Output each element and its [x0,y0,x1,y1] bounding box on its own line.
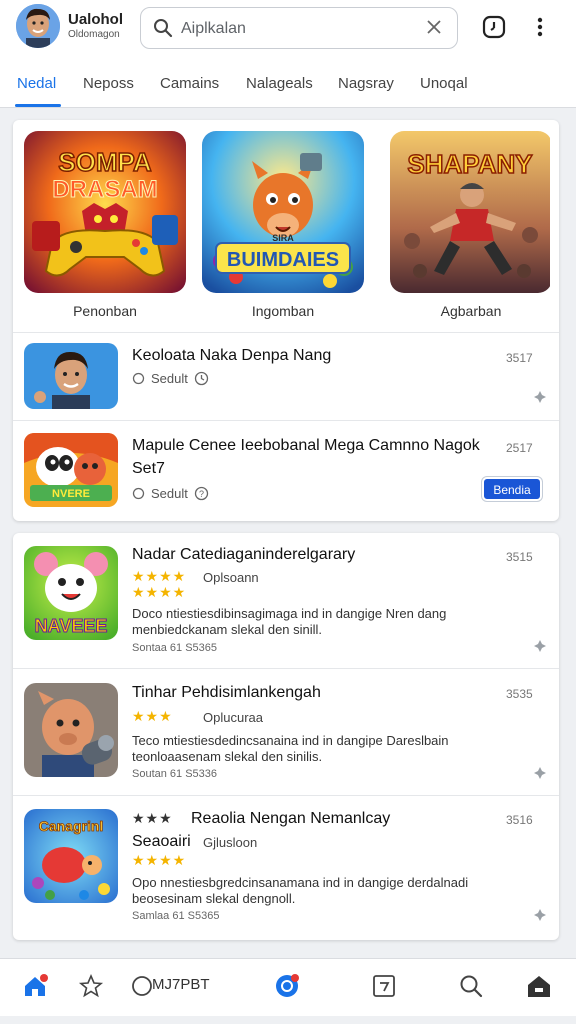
app-count: 3535 [506,687,533,701]
tile-word: Canagrinl [39,818,104,834]
avatar[interactable] [16,4,60,48]
app-description: Opo nnestiesbgredcinsanamana ind in dang… [132,875,469,890]
rating-stars: ★★★★ [132,852,187,868]
divider [13,420,559,421]
app-title[interactable]: Keoloata Naka Denpa Nang [132,347,331,365]
rating-stars: ★★★★ [132,584,187,600]
svg-text:NVERE: NVERE [52,488,90,500]
tab-camains[interactable]: Camains [160,75,219,92]
app-title[interactable]: Nadar Catediaganinderelgarary [132,546,355,564]
store-icon[interactable] [526,973,552,999]
app-list-card: NAVEEE Nadar Catediaganinderelgarary ★★★… [13,533,559,940]
search-icon [154,19,173,38]
app-count: 3515 [506,550,533,564]
app-title[interactable]: Tinhar Pehdisimlankengah [132,684,321,702]
divider [13,332,559,333]
calendar-icon[interactable] [371,973,397,999]
app-meta: Sedult [132,371,209,386]
app-icon[interactable]: NAVEEE [24,546,118,640]
app-description-line2: beosesinam slekal dengnoll. [132,891,296,906]
star-icon[interactable] [78,973,104,999]
divider [13,668,559,669]
app-description: Teco mtiestiesdedincsanaina ind in dangi… [132,733,449,748]
tab-nedal[interactable]: Nedal [17,75,56,92]
featured-label: Agbarban [440,303,502,319]
app-title-line2: Set7 [132,460,165,477]
app-header: Ualohol Oldomagon Aiplkalan [0,0,576,58]
search-icon[interactable] [458,973,484,999]
tab-nagsray[interactable]: Nagsray [338,75,394,92]
more-vert-icon[interactable] [534,16,546,38]
active-tab-indicator [15,104,61,107]
pin-icon[interactable] [533,766,547,780]
app-icon[interactable]: Canagrinl [24,809,118,903]
featured-card: SOMPA DRASAM BUIMDAIES SIRA SHAPANY Peno… [13,120,559,521]
app-count: 3517 [506,351,533,365]
app-category: Oplsoann [203,570,259,585]
app-title-line2: Seaoairi [132,833,191,850]
home-icon[interactable] [22,973,48,999]
app-stats: Soutan 61 S5336 [132,768,218,780]
pin-icon[interactable] [533,639,547,653]
chat-icon [132,487,145,500]
pin-icon[interactable] [533,908,547,922]
tab-nalageals[interactable]: Nalageals [246,75,313,92]
divider [13,795,559,796]
help-icon: ? [194,486,209,501]
tile-title-1: SIRA [272,233,294,243]
app-category: Gjlusloon [203,835,258,850]
install-button[interactable]: Bendia [484,479,540,499]
clock-icon [194,371,209,386]
app-description-line2: teonloaasenam slekal den sinilis. [132,749,323,764]
app-title[interactable]: Mapule Cenee Ieebobanal Mega Camnno Nago… [132,437,480,455]
app-description-line2: menbiedckanam slekal den sinill. [132,622,323,637]
featured-label: Ingomban [251,303,315,319]
featured-game-tile[interactable]: BUIMDAIES SIRA [202,131,364,293]
tab-neposs[interactable]: Neposs [83,75,134,92]
meta-text: Sedult [151,486,188,501]
app-meta: Sedult ? [132,486,209,501]
nav-label[interactable]: MJ7PBT [152,976,210,993]
tab-unoqal[interactable]: Unoqal [420,75,468,92]
user-subtitle: Oldomagon [68,29,120,40]
tile-title-1: SOMPA [58,147,152,177]
app-category: Oplucuraa [203,710,263,725]
user-name: Ualohol [68,11,123,28]
timer-icon[interactable] [482,15,506,39]
app-title[interactable]: Reaolia Nengan Nemanlcay [191,810,390,828]
rating-stars: ★★★ [132,810,173,826]
svg-text:?: ? [199,489,204,499]
tile-title-2: BUIMDAIES [227,249,339,271]
app-icon[interactable] [24,343,118,409]
rating-stars: ★★★ [132,708,173,724]
notification-icon[interactable] [274,973,300,999]
tile-title-1: SHAPANY [407,149,532,179]
bottom-navigation: MJ7PBT [0,958,576,1016]
app-count: 2517 [506,441,533,455]
search-bar[interactable]: Aiplkalan [140,7,458,49]
app-stats: Sontaa 61 S5365 [132,642,218,654]
category-tabs: Nedal Neposs Camains Nalageals Nagsray U… [0,58,576,108]
tile-word: NAVEEE [35,616,108,636]
meta-text: Sedult [151,371,188,386]
app-icon[interactable]: NVERE [24,433,118,507]
app-description: Doco ntiestiesdibinsagimaga ind in dangi… [132,606,447,621]
rating-stars: ★★★★ [132,568,187,584]
app-icon[interactable] [24,683,118,777]
tile-title-2: DRASAM [52,176,157,203]
featured-game-tile[interactable]: SHAPANY [390,131,552,293]
search-input[interactable]: Aiplkalan [181,20,246,38]
featured-label: Penonban [73,303,137,319]
chat-icon [132,372,145,385]
app-stats: Samlaa 61 S5365 [132,910,220,922]
pin-icon[interactable] [533,390,547,404]
close-icon[interactable] [425,18,443,36]
featured-game-tile[interactable]: SOMPA DRASAM [24,131,186,293]
app-count: 3516 [506,813,533,827]
